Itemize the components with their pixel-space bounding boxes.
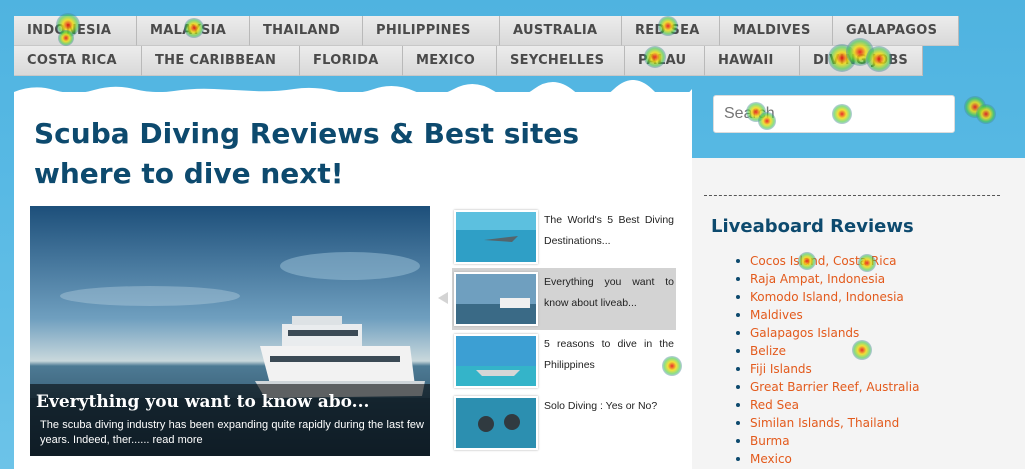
thumbnail-image (454, 210, 538, 264)
heat-spot (976, 104, 996, 124)
nav-item-palau[interactable]: PALAU (625, 46, 705, 76)
slider-pointer-arrow (438, 292, 448, 304)
main-navigation: INDONESIA MALAYSIA THAILAND PHILIPPINES … (14, 16, 974, 76)
review-link[interactable]: Red Sea (736, 396, 919, 414)
read-more-link[interactable]: read more (153, 434, 203, 446)
thumbnail-image (454, 396, 538, 450)
nav-item-florida[interactable]: FLORIDA (300, 46, 403, 76)
thumbnail-item[interactable]: Solo Diving : Yes or No? (452, 392, 676, 454)
nav-item-mexico[interactable]: MEXICO (403, 46, 497, 76)
review-link[interactable]: Maldives (736, 306, 919, 324)
slider-thumbnail-list: The World's 5 Best Diving Destinations..… (452, 206, 676, 454)
nav-item-red-sea[interactable]: RED SEA (622, 16, 720, 46)
nav-item-malaysia[interactable]: MALAYSIA (137, 16, 250, 46)
search-input[interactable] (713, 95, 955, 133)
nav-item-the-caribbean[interactable]: THE CARIBBEAN (142, 46, 300, 76)
review-link[interactable]: Burma (736, 432, 919, 450)
nav-item-diving-jobs[interactable]: DIVING JOBS (800, 46, 923, 76)
sidebar-divider (704, 195, 1000, 196)
thumbnail-image (454, 334, 538, 388)
nav-item-maldives[interactable]: MALDIVES (720, 16, 833, 46)
nav-item-australia[interactable]: AUSTRALIA (500, 16, 622, 46)
nav-item-indonesia[interactable]: INDONESIA (14, 16, 137, 46)
hero-caption: Everything you want to know abo... The s… (30, 384, 430, 456)
page-title: Scuba Diving Reviews & Best sites where … (34, 117, 580, 190)
liveaboard-reviews-heading: Liveaboard Reviews (711, 216, 914, 237)
nav-item-galapagos[interactable]: GALAPAGOS (833, 16, 959, 46)
nav-row-bottom: COSTA RICA THE CARIBBEAN FLORIDA MEXICO … (14, 46, 974, 76)
nav-item-thailand[interactable]: THAILAND (250, 16, 363, 46)
review-link[interactable]: Similan Islands, Thailand (736, 414, 919, 432)
review-link[interactable]: Cocos Island, Costa Rica (736, 252, 919, 270)
thumbnail-text: Solo Diving : Yes or No? (544, 400, 658, 412)
review-link[interactable]: Komodo Island, Indonesia (736, 288, 919, 306)
review-link[interactable]: Raja Ampat, Indonesia (736, 270, 919, 288)
featured-article-slider[interactable]: Everything you want to know abo... The s… (30, 206, 430, 456)
thumbnail-item[interactable]: 5 reasons to dive in the Philippines (452, 330, 676, 392)
review-link[interactable]: Galapagos Islands (736, 324, 919, 342)
review-link[interactable]: Mexico (736, 450, 919, 468)
nav-item-hawaii[interactable]: HAWAII (705, 46, 800, 76)
hero-title[interactable]: Everything you want to know abo... (36, 392, 424, 412)
nav-item-seychelles[interactable]: SEYCHELLES (497, 46, 625, 76)
thumbnail-text: Everything you want to know about liveab… (544, 276, 674, 309)
hero-excerpt: The scuba diving industry has been expan… (36, 418, 424, 448)
review-link[interactable]: Great Barrier Reef, Australia (736, 378, 919, 396)
review-link[interactable]: Belize (736, 342, 919, 360)
heat-spot (964, 96, 986, 118)
review-link[interactable]: Fiji Islands (736, 360, 919, 378)
liveaboard-reviews-list: Cocos Island, Costa Rica Raja Ampat, Ind… (736, 252, 919, 468)
nav-item-costa-rica[interactable]: COSTA RICA (14, 46, 142, 76)
hero-excerpt-text: The scuba diving industry has been expan… (40, 419, 424, 446)
thumbnail-image (454, 272, 538, 326)
thumbnail-text: 5 reasons to dive in the Philippines (544, 338, 674, 371)
thumbnail-text: The World's 5 Best Diving Destinations..… (544, 214, 674, 247)
thumbnail-item[interactable]: The World's 5 Best Diving Destinations..… (452, 206, 676, 268)
thumbnail-item-active[interactable]: Everything you want to know about liveab… (452, 268, 676, 330)
nav-row-top: INDONESIA MALAYSIA THAILAND PHILIPPINES … (14, 16, 974, 46)
nav-item-philippines[interactable]: PHILIPPINES (363, 16, 500, 46)
